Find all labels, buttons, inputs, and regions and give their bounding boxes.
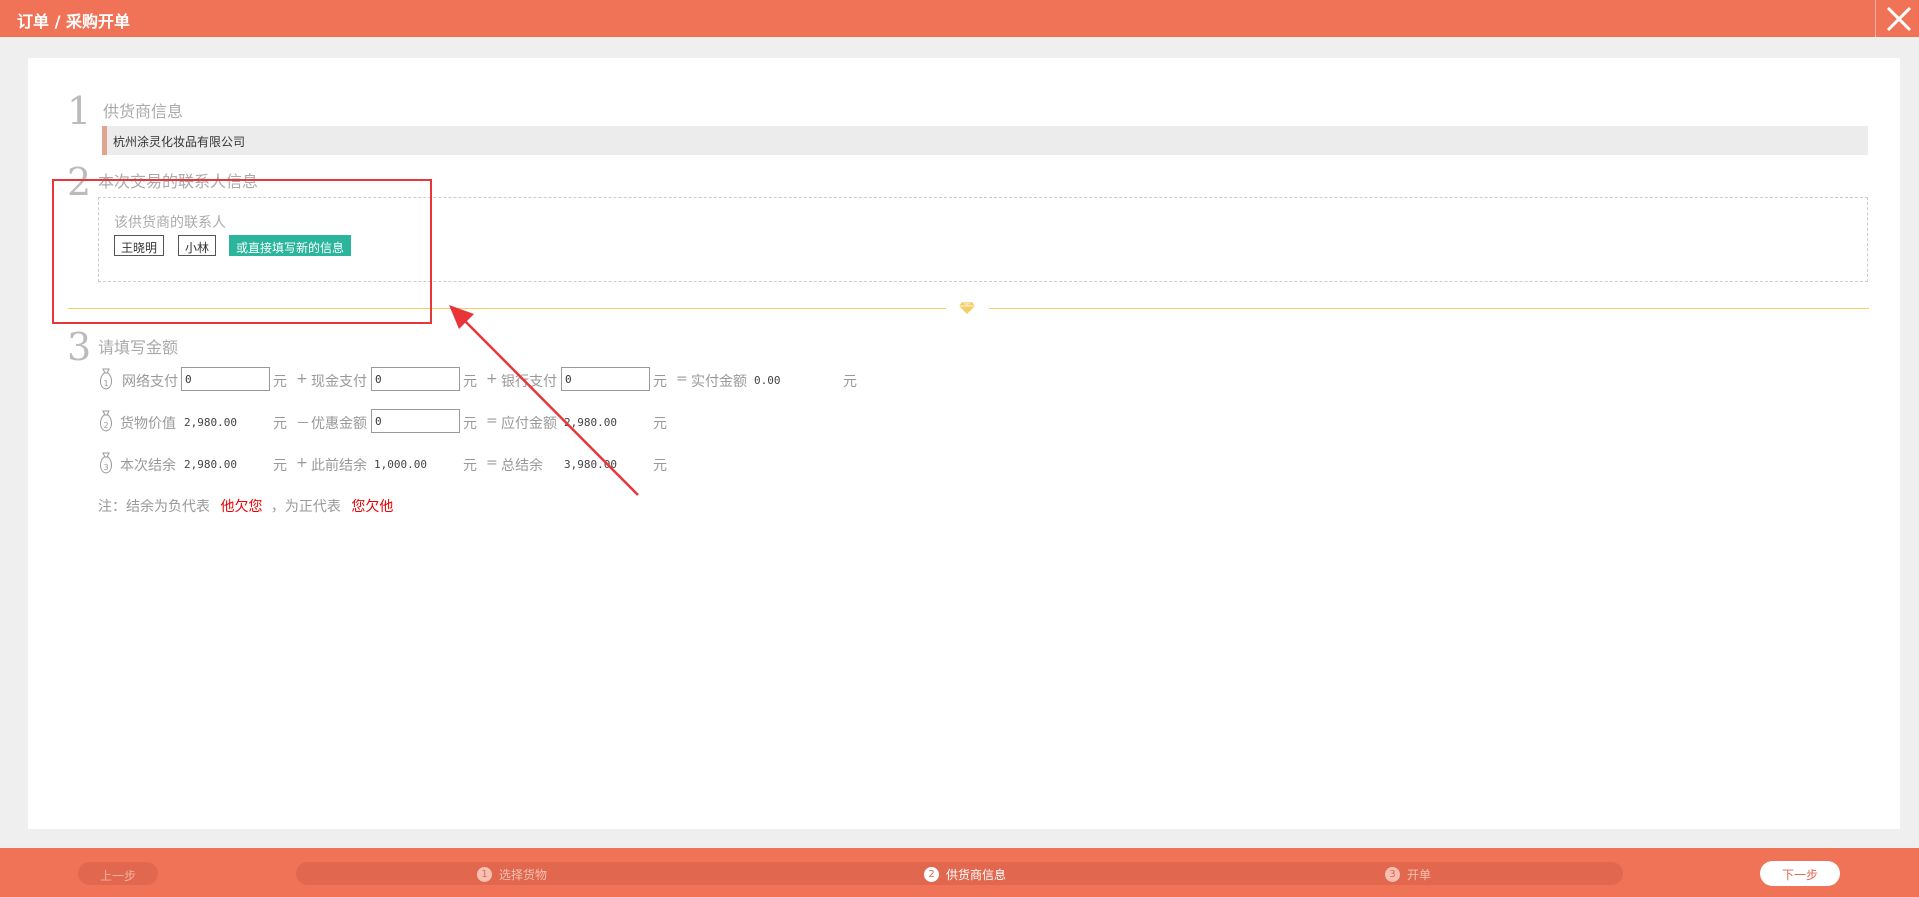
previous-balance-value: 1,000.00 xyxy=(374,458,427,471)
svg-text:1: 1 xyxy=(103,379,108,388)
unit-label: 元 xyxy=(273,374,287,390)
money-bag-icon-2: 2 xyxy=(100,410,112,432)
balance-note: 注：结余为负代表 他欠您 ，为正代表 您欠他 xyxy=(98,496,393,516)
progress-step-1[interactable]: 1 选择货物 xyxy=(477,866,547,883)
unit-label: 元 xyxy=(653,458,667,474)
close-icon xyxy=(1886,6,1912,32)
note-middle: ，为正代表 xyxy=(270,499,341,515)
step-number-3: 3 xyxy=(67,325,92,369)
note-positive: 您欠他 xyxy=(351,499,394,515)
unit-label: 元 xyxy=(273,416,287,432)
top-bar: 订单 / 采购开单 xyxy=(0,0,1919,37)
note-negative: 他欠您 xyxy=(220,499,263,515)
note-prefix: 注：结余为负代表 xyxy=(98,499,210,515)
cash-pay-label: 现金支付 xyxy=(311,374,367,390)
goods-value-label: 货物价值 xyxy=(120,416,176,432)
minus-sign: － xyxy=(296,416,310,432)
previous-balance-label: 此前结余 xyxy=(311,458,367,474)
unit-label: 元 xyxy=(273,458,287,474)
unit-label: 元 xyxy=(843,374,857,390)
unit-label: 元 xyxy=(653,374,667,390)
online-pay-input[interactable] xyxy=(181,367,270,391)
current-balance-value: 2,980.00 xyxy=(184,458,237,471)
money-bag-icon-3: 3 xyxy=(100,452,112,474)
annotation-arrow-icon xyxy=(449,305,639,496)
prev-step-button[interactable]: 上一步 xyxy=(78,862,158,885)
annotation-highlight-box xyxy=(52,179,432,324)
equals-sign: = xyxy=(676,371,688,387)
actual-paid-value: 0.00 xyxy=(754,374,781,387)
supplier-name: 杭州涂灵化妆品有限公司 xyxy=(102,126,1868,155)
online-pay-label: 网络支付 xyxy=(122,374,178,390)
step-1-badge: 1 xyxy=(477,867,492,882)
page-title: 订单 / 采购开单 xyxy=(17,12,130,31)
divider-right xyxy=(989,308,1869,309)
gem-icon xyxy=(959,302,975,314)
svg-text:2: 2 xyxy=(103,421,108,430)
plus-sign: + xyxy=(296,455,308,471)
progress-step-3[interactable]: 3 开单 xyxy=(1385,866,1431,883)
step-3-badge: 3 xyxy=(1385,867,1400,882)
discount-label: 优惠金额 xyxy=(311,416,367,432)
footer-bar: 上一步 1 选择货物 2 供货商信息 3 开单 下一步 xyxy=(0,848,1919,897)
step-3-label: 开单 xyxy=(1407,868,1432,882)
progress-steps: 1 选择货物 2 供货商信息 3 开单 xyxy=(296,862,1623,885)
current-balance-label: 本次结余 xyxy=(120,458,176,474)
step-number-1: 1 xyxy=(67,89,92,133)
actual-paid-label: 实付金额 xyxy=(691,374,747,390)
progress-step-2[interactable]: 2 供货商信息 xyxy=(924,866,1006,883)
money-bag-icon-1: 1 xyxy=(100,368,112,390)
section-title-amount: 请填写金额 xyxy=(98,338,179,357)
main-panel xyxy=(28,58,1900,829)
step-2-badge: 2 xyxy=(924,867,939,882)
step-2-label: 供货商信息 xyxy=(946,868,1007,882)
plus-sign: + xyxy=(296,371,308,387)
next-step-button[interactable]: 下一步 xyxy=(1760,861,1840,886)
section-title-supplier: 供货商信息 xyxy=(103,102,184,121)
close-button[interactable] xyxy=(1875,0,1919,37)
goods-value: 2,980.00 xyxy=(184,416,237,429)
step-1-label: 选择货物 xyxy=(499,868,548,882)
svg-text:3: 3 xyxy=(103,463,108,472)
unit-label: 元 xyxy=(653,416,667,432)
